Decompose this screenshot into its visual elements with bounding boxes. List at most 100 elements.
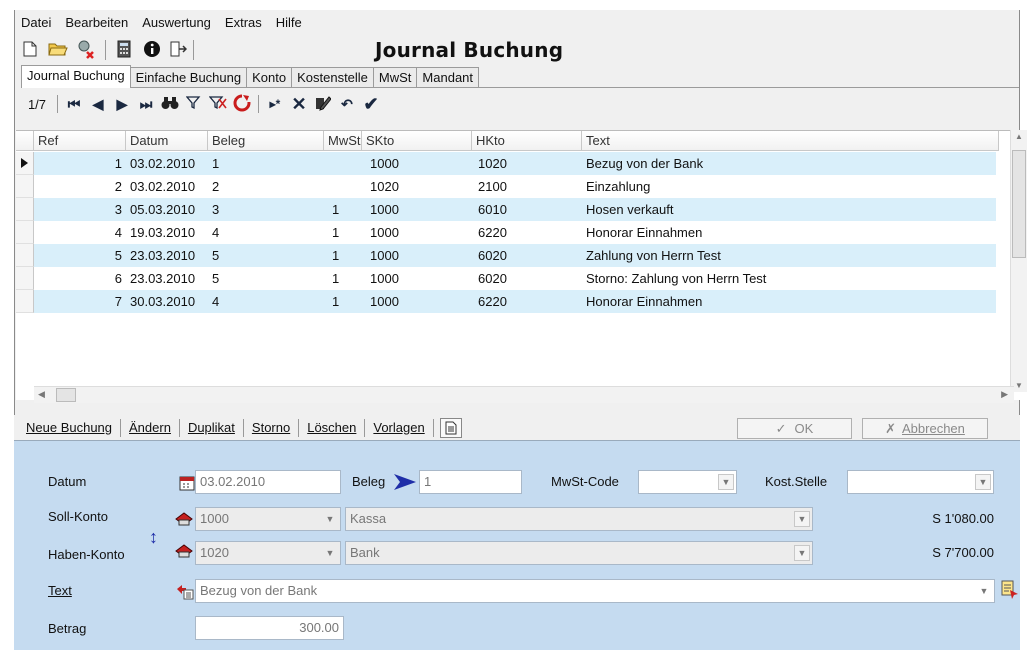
insert-record-icon[interactable]: ▸* xyxy=(263,97,287,111)
menu-bearbeiten[interactable]: Bearbeiten xyxy=(65,15,128,30)
cell-hkto[interactable]: 6010 xyxy=(478,202,578,217)
prior-record-icon[interactable]: ◀ xyxy=(86,96,110,113)
cell-mwst[interactable]: 1 xyxy=(332,248,362,263)
swap-accounts-icon[interactable]: ↕ xyxy=(149,527,158,548)
scroll-thumb[interactable] xyxy=(1012,150,1026,258)
text-field[interactable]: Bezug von der Bank ▼ xyxy=(195,579,995,603)
chevron-down-icon[interactable]: ▼ xyxy=(975,474,991,490)
new-booking-button[interactable]: Neue Buchung xyxy=(18,420,120,435)
exit-door-icon[interactable] xyxy=(167,38,189,60)
column-header-mwst[interactable]: MwSt xyxy=(324,131,362,151)
scroll-up-icon[interactable]: ▲ xyxy=(1015,132,1023,141)
betrag-field[interactable]: 300.00 xyxy=(195,616,344,640)
calculator-icon[interactable] xyxy=(113,38,135,60)
cell-hkto[interactable]: 1020 xyxy=(478,156,578,171)
current-row-indicator[interactable] xyxy=(16,152,34,175)
tab-kostenstelle[interactable]: Kostenstelle xyxy=(291,67,374,88)
cancel-button[interactable]: ✗ Abbrechen xyxy=(862,418,988,439)
chevron-down-icon[interactable]: ▼ xyxy=(794,545,810,561)
column-header-ref[interactable]: Ref xyxy=(34,131,126,151)
templates-button[interactable]: Vorlagen xyxy=(365,420,432,435)
cell-skto[interactable]: 1000 xyxy=(370,156,470,171)
soll-konto-select[interactable]: 1000 ▼ xyxy=(195,507,341,531)
next-record-icon[interactable]: ▶ xyxy=(110,96,134,113)
row-indicator[interactable] xyxy=(16,244,34,267)
chevron-down-icon[interactable]: ▼ xyxy=(976,583,992,599)
beleg-field[interactable]: 1 xyxy=(419,470,522,494)
cell-ref[interactable]: 6 xyxy=(34,271,122,286)
menu-auswertung[interactable]: Auswertung xyxy=(142,15,211,30)
cell-mwst[interactable]: 1 xyxy=(332,271,362,286)
row-indicator[interactable] xyxy=(16,175,34,198)
scroll-down-icon[interactable]: ▼ xyxy=(1015,381,1023,390)
cell-datum[interactable]: 23.03.2010 xyxy=(130,271,208,286)
last-record-icon[interactable]: ⏭ xyxy=(134,96,158,113)
menu-hilfe[interactable]: Hilfe xyxy=(276,15,302,30)
journal-grid[interactable]: Ref Datum Beleg MwSt SKto HKto Text 1 03.… xyxy=(16,130,1022,400)
account-book-icon[interactable] xyxy=(174,543,194,562)
info-icon[interactable] xyxy=(141,38,163,60)
table-row[interactable]: 7 30.03.2010 4 1 1000 6220 Honorar Einnahmen xyxy=(16,290,996,313)
delete-mandant-icon[interactable] xyxy=(75,38,97,60)
cell-mwst[interactable]: 1 xyxy=(332,202,362,217)
search-binoculars-icon[interactable] xyxy=(158,96,182,113)
row-indicator[interactable] xyxy=(16,221,34,244)
mwst-code-select[interactable]: ▼ xyxy=(638,470,737,494)
haben-konto-name[interactable]: Bank ▼ xyxy=(345,541,813,565)
scroll-right-icon[interactable]: ▶ xyxy=(1001,389,1008,400)
column-header-beleg[interactable]: Beleg xyxy=(208,131,324,151)
refresh-icon[interactable] xyxy=(230,93,254,115)
cell-skto[interactable]: 1000 xyxy=(370,294,470,309)
table-row[interactable]: 4 19.03.2010 4 1 1000 6220 Honorar Einnahmen xyxy=(16,221,996,244)
tab-journal-buchung[interactable]: Journal Buchung xyxy=(21,65,131,88)
cell-text[interactable]: Einzahlung xyxy=(586,179,986,194)
menu-extras[interactable]: Extras xyxy=(225,15,262,30)
table-row[interactable]: 2 03.02.2010 2 1020 2100 Einzahlung xyxy=(16,175,996,198)
cell-skto[interactable]: 1020 xyxy=(370,179,470,194)
cell-text[interactable]: Honorar Einnahmen xyxy=(586,225,986,240)
cell-mwst[interactable]: 1 xyxy=(332,225,362,240)
cell-skto[interactable]: 1000 xyxy=(370,248,470,263)
delete-button[interactable]: Löschen xyxy=(299,420,364,435)
haben-konto-select[interactable]: 1020 ▼ xyxy=(195,541,341,565)
cell-hkto[interactable]: 6220 xyxy=(478,294,578,309)
duplicate-button[interactable]: Duplikat xyxy=(180,420,243,435)
cell-skto[interactable]: 1000 xyxy=(370,271,470,286)
cell-beleg[interactable]: 2 xyxy=(212,179,322,194)
delete-record-icon[interactable]: ✕ xyxy=(287,94,311,115)
kost-stelle-select[interactable]: ▼ xyxy=(847,470,994,494)
cell-datum[interactable]: 19.03.2010 xyxy=(130,225,208,240)
cell-ref[interactable]: 7 xyxy=(34,294,122,309)
row-indicator[interactable] xyxy=(16,267,34,290)
table-row[interactable]: 3 05.03.2010 3 1 1000 6010 Hosen verkauft xyxy=(16,198,996,221)
cell-datum[interactable]: 03.02.2010 xyxy=(130,179,208,194)
cell-ref[interactable]: 2 xyxy=(34,179,122,194)
column-header-datum[interactable]: Datum xyxy=(126,131,208,151)
chevron-down-icon[interactable]: ▼ xyxy=(718,474,734,490)
column-header-skto[interactable]: SKto xyxy=(362,131,472,151)
ok-button[interactable]: ✓ OK xyxy=(737,418,852,439)
table-row[interactable]: 5 23.03.2010 5 1 1000 6020 Zahlung von Herrn T… xyxy=(16,244,996,267)
tab-mandant[interactable]: Mandant xyxy=(416,67,480,88)
cell-text[interactable]: Bezug von der Bank xyxy=(586,156,986,171)
cell-skto[interactable]: 1000 xyxy=(370,225,470,240)
cell-datum[interactable]: 03.02.2010 xyxy=(130,156,208,171)
datum-field[interactable]: 03.02.2010 xyxy=(195,470,341,494)
grid-horizontal-scrollbar[interactable]: ◀ ▶ xyxy=(34,386,1014,403)
row-indicator[interactable] xyxy=(16,198,34,221)
column-header-text[interactable]: Text xyxy=(582,131,999,151)
cell-hkto[interactable]: 6020 xyxy=(478,271,578,286)
cell-text[interactable]: Hosen verkauft xyxy=(586,202,986,217)
cell-beleg[interactable]: 4 xyxy=(212,294,322,309)
menu-datei[interactable]: Datei xyxy=(21,15,51,30)
soll-konto-name[interactable]: Kassa ▼ xyxy=(345,507,813,531)
chevron-down-icon[interactable]: ▼ xyxy=(794,511,810,527)
cell-beleg[interactable]: 4 xyxy=(212,225,322,240)
cell-text[interactable]: Storno: Zahlung von Herrn Test xyxy=(586,271,986,286)
tab-konto[interactable]: Konto xyxy=(246,67,293,88)
cell-datum[interactable]: 23.03.2010 xyxy=(130,248,208,263)
chevron-down-icon[interactable]: ▼ xyxy=(322,511,338,527)
cell-hkto[interactable]: 6020 xyxy=(478,248,578,263)
cell-hkto[interactable]: 2100 xyxy=(478,179,578,194)
table-row[interactable]: 6 23.03.2010 5 1 1000 6020 Storno: Zahlung von… xyxy=(16,267,996,290)
